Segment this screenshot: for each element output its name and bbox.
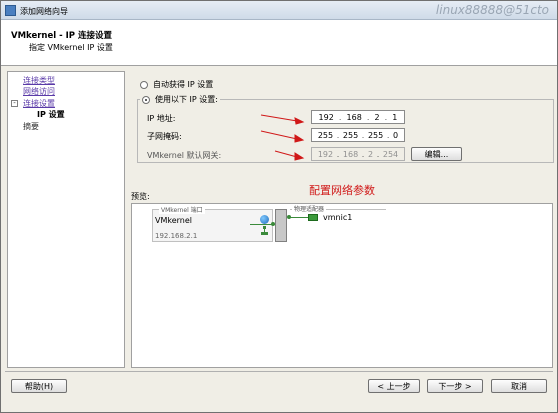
ip-dot: . bbox=[361, 149, 365, 159]
manual-ip-option[interactable]: 使用以下 IP 设置: bbox=[140, 94, 220, 105]
ip-dot: . bbox=[376, 149, 380, 159]
ip-dot: . bbox=[336, 130, 340, 140]
vmkernel-port-label: VMkernel 端口 bbox=[159, 205, 205, 214]
auto-ip-radio[interactable] bbox=[140, 80, 148, 89]
subnet-mask-label: 子网掩码: bbox=[147, 132, 182, 141]
edit-gateway-button[interactable]: 编辑... bbox=[411, 147, 462, 161]
auto-ip-label: 自动获得 IP 设置 bbox=[153, 80, 214, 89]
mask-octet-3: 255 bbox=[367, 130, 384, 140]
gateway-label: VMkernel 默认网关: bbox=[147, 151, 222, 160]
physical-adapter-label: 物理适配器 bbox=[292, 204, 327, 213]
ip-octet-2: 168 bbox=[346, 112, 362, 122]
ip-octet-4: 1 bbox=[392, 112, 398, 122]
nic-link-line bbox=[289, 217, 308, 218]
ip-dot: . bbox=[336, 149, 340, 159]
auto-ip-option[interactable]: 自动获得 IP 设置 bbox=[140, 79, 213, 90]
nic-icon bbox=[308, 214, 318, 221]
page-subtitle: 指定 VMkernel IP 设置 bbox=[29, 43, 113, 52]
globe-icon bbox=[260, 215, 269, 224]
ip-dot: . bbox=[386, 130, 390, 140]
nic-name: vmnic1 bbox=[323, 213, 353, 222]
gateway-octet-4: 254 bbox=[382, 149, 399, 159]
mask-octet-2: 255 bbox=[342, 130, 359, 140]
ip-dot: . bbox=[338, 112, 342, 122]
ip-dot: . bbox=[384, 112, 388, 122]
network-port-icon bbox=[261, 226, 268, 235]
preview-label: 预览: bbox=[131, 192, 150, 201]
watermark-text: linux88888@51cto bbox=[435, 3, 549, 17]
nav-item-connection-type[interactable]: 连接类型 bbox=[23, 75, 55, 86]
nav-item-connection-settings[interactable]: 连接设置 bbox=[23, 98, 55, 109]
ip-address-field[interactable]: 192. 168. 2. 1 bbox=[311, 110, 405, 124]
gateway-octet-3: 2 bbox=[367, 149, 374, 159]
wizard-steps-nav: 连接类型 网络访问 - 连接设置 IP 设置 摘要 bbox=[7, 71, 125, 368]
window-title: 添加网络向导 bbox=[20, 7, 68, 16]
nav-item-network-access[interactable]: 网络访问 bbox=[23, 86, 55, 97]
back-button[interactable]: < 上一步 bbox=[368, 379, 420, 393]
network-preview: VMkernel 端口 VMkernel 192.168.2.1 物理适配器 v… bbox=[131, 203, 553, 368]
gateway-octet-2: 168 bbox=[342, 149, 359, 159]
vmkernel-port-box: VMkernel 端口 VMkernel 192.168.2.1 bbox=[152, 205, 273, 242]
wizard-header: VMkernel - IP 连接设置 指定 VMkernel IP 设置 bbox=[1, 20, 557, 66]
ip-dot: . bbox=[361, 130, 365, 140]
annotation-text: 配置网络参数 bbox=[309, 184, 375, 197]
manual-ip-group: 使用以下 IP 设置: IP 地址: 192. 168. 2. 1 子网掩码: … bbox=[137, 94, 554, 163]
next-button[interactable]: 下一步 > bbox=[427, 379, 483, 393]
gateway-octet-1: 192 bbox=[317, 149, 334, 159]
tree-collapse-icon[interactable]: - bbox=[11, 100, 18, 107]
footer-divider bbox=[5, 371, 553, 372]
mask-octet-4: 0 bbox=[393, 130, 399, 140]
page-title: VMkernel - IP 连接设置 bbox=[11, 31, 112, 41]
annotation-arrows-icon bbox=[260, 114, 305, 161]
manual-ip-radio[interactable] bbox=[142, 95, 150, 104]
vswitch-bar bbox=[275, 209, 287, 242]
cancel-button[interactable]: 取消 bbox=[491, 379, 547, 393]
ip-address-label: IP 地址: bbox=[147, 114, 176, 123]
main-panel: 自动获得 IP 设置 使用以下 IP 设置: IP 地址: 192. 168. … bbox=[129, 71, 554, 368]
ip-octet-3: 2 bbox=[374, 112, 380, 122]
ip-dot: . bbox=[366, 112, 370, 122]
title-bar: 添加网络向导 linux88888@51cto bbox=[1, 1, 557, 20]
mask-octet-1: 255 bbox=[317, 130, 334, 140]
help-button[interactable]: 帮助(H) bbox=[11, 379, 67, 393]
vmkernel-ip: 192.168.2.1 bbox=[155, 232, 198, 240]
vmkernel-name: VMkernel bbox=[155, 216, 193, 225]
nav-item-ip-settings: IP 设置 bbox=[37, 110, 65, 119]
subnet-mask-field[interactable]: 255. 255. 255. 0 bbox=[311, 128, 405, 142]
default-gateway-field: 192. 168. 2. 254 bbox=[311, 147, 405, 161]
ip-octet-1: 192 bbox=[318, 112, 334, 122]
wizard-window: 添加网络向导 linux88888@51cto VMkernel - IP 连接… bbox=[0, 0, 558, 413]
manual-ip-label: 使用以下 IP 设置: bbox=[155, 95, 218, 104]
wizard-icon bbox=[5, 5, 16, 16]
nav-item-summary: 摘要 bbox=[23, 122, 39, 131]
